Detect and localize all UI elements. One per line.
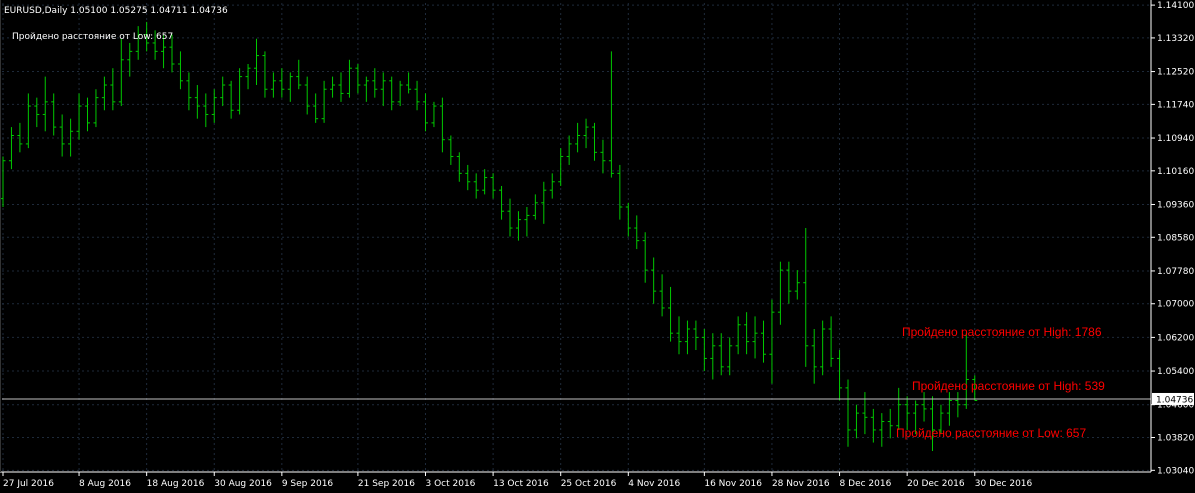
x-tick-label: 8 Dec 2016 xyxy=(840,479,892,489)
y-tick-label: 1.07000 xyxy=(1157,300,1194,310)
x-tick-label: 27 Jul 2016 xyxy=(3,479,54,489)
x-tick-label: 30 Aug 2016 xyxy=(214,479,272,489)
y-tick-label: 1.11740 xyxy=(1157,100,1194,110)
x-tick-label: 8 Aug 2016 xyxy=(79,479,131,489)
x-tick-label: 25 Oct 2016 xyxy=(561,479,617,489)
indicator-label: Пройдено расстояние от Low: 657 xyxy=(12,32,173,42)
y-tick-label: 1.03040 xyxy=(1157,466,1194,476)
x-tick-label: 21 Sep 2016 xyxy=(358,479,415,489)
x-tick-label: 3 Oct 2016 xyxy=(426,479,476,489)
y-tick-label: 1.03820 xyxy=(1157,434,1194,444)
x-tick-label: 13 Oct 2016 xyxy=(493,479,549,489)
y-tick-label: 1.13320 xyxy=(1157,34,1194,44)
y-tick-label: 1.09360 xyxy=(1157,200,1194,210)
y-tick-label: 1.07780 xyxy=(1157,267,1194,277)
y-tick-label: 1.12520 xyxy=(1157,68,1194,78)
x-tick-label: 30 Dec 2016 xyxy=(975,479,1033,489)
y-tick-label: 1.08580 xyxy=(1157,233,1194,243)
x-tick-label: 28 Nov 2016 xyxy=(772,479,830,489)
symbol-header: EURUSD,Daily 1.05100 1.05275 1.04711 1.0… xyxy=(4,6,228,16)
x-tick-label: 20 Dec 2016 xyxy=(907,479,965,489)
current-price-label: 1.04736 xyxy=(1156,395,1193,405)
y-tick-label: 1.10940 xyxy=(1157,134,1194,144)
y-tick-label: 1.14100 xyxy=(1157,1,1194,11)
y-tick-label: 1.05400 xyxy=(1157,367,1194,377)
x-tick-label: 18 Aug 2016 xyxy=(147,479,205,489)
y-tick-label: 1.10160 xyxy=(1157,167,1194,177)
price-chart[interactable]: 1.14100 1.13320 1.12520 1.11740 1.10940 1.101… xyxy=(0,0,1195,493)
y-tick-label: 1.06200 xyxy=(1157,333,1194,343)
annotation-label: Пройдено расстояние от Low: 657 xyxy=(896,426,1086,440)
x-tick-label: 16 Nov 2016 xyxy=(704,479,762,489)
annotation-label: Пройдено расстояние от High: 1786 xyxy=(902,325,1102,339)
y-axis-ticks: 1.14100 1.13320 1.12520 1.11740 1.10940 1.101… xyxy=(1151,1,1194,476)
x-tick-label: 9 Sep 2016 xyxy=(282,479,334,489)
chart-background xyxy=(0,0,1195,493)
annotation-label: Пройдено расстояние от High: 539 xyxy=(912,379,1105,393)
x-tick-label: 4 Nov 2016 xyxy=(628,479,680,489)
